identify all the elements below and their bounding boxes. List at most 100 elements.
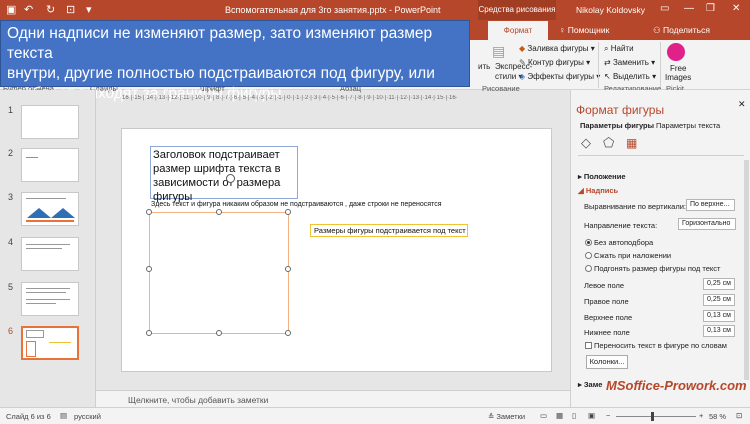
arrange-icon[interactable]: ▤ <box>492 43 505 60</box>
maximize-icon[interactable]: ❐ <box>706 3 715 14</box>
wrap-text-checkbox[interactable] <box>585 342 592 349</box>
text-direction-select[interactable]: Горизонтально <box>678 218 736 230</box>
minimize-icon[interactable]: — <box>684 3 694 14</box>
fill-line-icon[interactable]: ◇ <box>581 135 591 151</box>
share-icon: ⚇ <box>653 25 663 35</box>
share-button[interactable]: ⚇ Поделиться <box>653 25 710 36</box>
section-position-label: Положение <box>583 172 626 181</box>
notes-toggle[interactable]: ≙ Заметки <box>488 412 525 421</box>
fixed-textbox[interactable]: Здесь текст и фигура никаким образом не … <box>151 201 442 208</box>
thumb-line <box>26 157 38 158</box>
tab-text-options[interactable]: Параметры текста <box>656 121 720 130</box>
language[interactable]: русский <box>74 412 101 421</box>
free-images-icon[interactable] <box>667 43 685 61</box>
redo-icon[interactable]: ↻ <box>46 3 55 16</box>
pane-close-icon[interactable]: ✕ <box>738 99 746 110</box>
notes-pane[interactable]: Щелкните, чтобы добавить заметки <box>96 390 570 407</box>
shape-effects-button[interactable]: ◈ Эффекты фигуры ▾ <box>519 72 600 81</box>
slide-thumbnail-2[interactable] <box>21 148 79 182</box>
replace-label: Заменить <box>612 58 649 67</box>
cursor-icon: ↖ <box>604 72 611 81</box>
thumb-line <box>26 303 56 304</box>
resize-handle[interactable] <box>285 266 291 272</box>
quick-styles-label-2-text: стили <box>495 72 517 81</box>
undo-icon[interactable]: ↶ <box>24 3 33 16</box>
tab-shape-options[interactable]: Параметры фигуры <box>580 121 654 130</box>
section-textbox[interactable]: ◢ Надпись <box>578 186 618 195</box>
slide-thumbnail-1[interactable] <box>21 105 79 139</box>
title-bar: ▣ ↶ ↻ ⊡ ▾ Вспомогательная для 3го заняти… <box>0 0 750 20</box>
slide-thumbnail-3[interactable] <box>21 192 79 226</box>
select-label: Выделить <box>612 72 650 81</box>
fit-slide-icon[interactable]: ⊡ <box>736 411 742 420</box>
reading-view-icon[interactable]: ▯ <box>572 411 576 420</box>
slide-thumbnail-6[interactable] <box>21 326 79 360</box>
shape-outline-button[interactable]: ✎ Контур фигуры ▾ <box>519 58 590 67</box>
normal-view-icon[interactable]: ▭ <box>540 411 547 420</box>
pane-title: Формат фигуры <box>576 103 665 117</box>
right-margin-input[interactable]: 0,25 см <box>703 294 735 306</box>
radio-resize-shape-label: Подгонять размер фигуры под текст <box>594 264 721 273</box>
spellcheck-icon[interactable]: ▤ <box>60 411 67 420</box>
radio-no-autofit[interactable] <box>585 239 592 246</box>
resize-handle[interactable] <box>216 330 222 336</box>
user-name[interactable]: Nikolay Koldovsky <box>576 5 645 15</box>
thumb-line <box>26 198 66 199</box>
paint-bucket-icon: ◆ <box>519 44 526 53</box>
tab-format[interactable]: Формат <box>488 21 548 40</box>
replace-button[interactable]: ⇄ Заменить ▾ <box>604 58 655 67</box>
zoom-in-icon[interactable]: + <box>699 411 703 420</box>
zoom-slider-thumb[interactable] <box>651 412 654 421</box>
select-button[interactable]: ↖ Выделить ▾ <box>604 72 656 81</box>
rotate-handle[interactable] <box>226 174 235 183</box>
callout-line-1: Одни надписи не изменяют размер, зато из… <box>7 25 433 62</box>
resize-handle[interactable] <box>216 209 222 215</box>
slide-thumbnail-4[interactable] <box>21 237 79 271</box>
resize-handle[interactable] <box>146 330 152 336</box>
section-textbox-label: Надпись <box>585 186 619 195</box>
section-position[interactable]: ▸ Положение <box>578 172 626 181</box>
slide-thumbnail-5[interactable] <box>21 282 79 316</box>
section-alt-text[interactable]: ▸ Заме <box>578 380 602 389</box>
slide-number: 2 <box>8 148 14 158</box>
top-margin-input[interactable]: 0,13 см <box>703 310 735 322</box>
zoom-slider[interactable] <box>616 416 696 417</box>
zoom-out-icon[interactable]: − <box>606 411 610 420</box>
resize-handle[interactable] <box>285 209 291 215</box>
tell-me-button[interactable]: ♀ Помощник <box>559 25 609 35</box>
bottom-margin-input[interactable]: 0,13 см <box>703 325 735 337</box>
sorter-view-icon[interactable]: ▦ <box>556 411 563 420</box>
heading-textbox[interactable]: Заголовок подстраивает размер шрифта тек… <box>150 146 298 203</box>
selected-shape[interactable] <box>146 209 291 336</box>
pane-scrollbar[interactable] <box>744 160 749 380</box>
close-icon[interactable]: ✕ <box>732 3 740 14</box>
radio-resize-shape[interactable] <box>585 265 592 272</box>
thumb-box <box>26 341 36 357</box>
find-button[interactable]: ⌕ Найти <box>604 44 634 54</box>
left-margin-input[interactable]: 0,25 см <box>703 278 735 290</box>
ribbon-display-icon[interactable]: ▭ <box>660 3 669 14</box>
thumb-line <box>26 292 66 293</box>
pane-divider <box>578 155 744 156</box>
columns-button[interactable]: Колонки... <box>586 355 628 369</box>
watermark-logo: MSoffice-Prowork.com <box>606 378 747 393</box>
resize-handle[interactable] <box>285 330 291 336</box>
effects-pentagon-icon[interactable]: ⬠ <box>603 135 614 151</box>
lightbulb-icon: ♀ <box>559 25 568 35</box>
customize-qat-icon[interactable]: ▾ <box>86 3 92 16</box>
radio-shrink-overflow[interactable] <box>585 252 592 259</box>
thumb-line <box>26 220 74 222</box>
zoom-level[interactable]: 58 % <box>709 412 726 421</box>
shape-fill-button[interactable]: ◆ Заливка фигуры ▾ <box>519 44 595 53</box>
find-label: Найти <box>610 44 634 53</box>
slideshow-view-icon[interactable]: ▣ <box>588 411 595 420</box>
size-properties-icon[interactable]: ▦ <box>626 136 637 150</box>
save-icon[interactable]: ▣ <box>6 3 16 16</box>
resize-handle[interactable] <box>146 209 152 215</box>
valign-select[interactable]: По верхне... <box>686 199 735 211</box>
autofit-textbox[interactable]: Размеры фигуры подстраивается под текст <box>310 224 468 237</box>
pen-icon: ✎ <box>519 58 526 67</box>
resize-handle[interactable] <box>146 266 152 272</box>
vertical-ruler <box>99 108 107 388</box>
start-slideshow-icon[interactable]: ⊡ <box>66 3 75 16</box>
